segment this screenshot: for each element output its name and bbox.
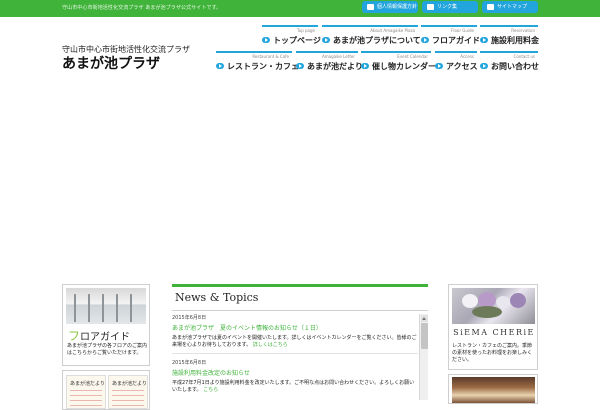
floor-guide-photo xyxy=(66,288,146,324)
nav-contact[interactable]: Contact us お問い合わせ xyxy=(480,51,539,71)
nav-contact-label: お問い合わせ xyxy=(491,62,539,71)
news-link[interactable]: あまが池プラザ 夏のイベント情報のお知らせ（１日） xyxy=(172,323,418,332)
site-tagline: 守山市中心市街地活性化交流プラザ あまが池プラザ公式サイトです。 xyxy=(62,5,222,11)
cafe-banner[interactable]: SiEMA CHERiE レストラン・カフェのご案内。季節の素材を使ったお料理を… xyxy=(448,284,538,370)
scroll-thumb[interactable] xyxy=(421,323,428,349)
letter-banner[interactable]: あまが池だより あまが池だより xyxy=(62,370,150,410)
news-title: News & Topics xyxy=(175,291,259,304)
link-icon xyxy=(427,4,434,10)
floor-guide-banner[interactable]: フロアガイド あまが池プラザの各フロアのご案内はこちらからご覧いただけます。 xyxy=(62,284,150,366)
nav-floor-guide-label: フロアガイド xyxy=(432,36,480,45)
links-label: リンク集 xyxy=(437,4,458,10)
links-button[interactable]: リンク集 xyxy=(422,1,478,13)
nav-letter-en: Amagaike Letter xyxy=(322,54,355,59)
nav-access-label: アクセス xyxy=(446,62,478,71)
nav-restaurant-cafe-label: レストラン・カフェ xyxy=(227,62,299,71)
letter-paper: あまが池だより xyxy=(108,375,148,409)
news-date: 2015年6月8日 xyxy=(172,315,207,321)
nav-about-label: あまが池プラザについて xyxy=(333,36,421,45)
sitemap-icon xyxy=(487,4,494,10)
cafe-photo xyxy=(452,288,535,324)
nav-reservation-en: Reservation xyxy=(511,28,535,33)
nav-top-page-label: トップページ xyxy=(273,36,321,45)
scroll-up-icon[interactable] xyxy=(421,315,428,322)
cafe-description: レストラン・カフェのご案内。季節の素材を使ったお料理をお楽しみください。 xyxy=(452,343,533,363)
privacy-policy-button[interactable]: 個人情報保護方針 xyxy=(362,1,418,13)
nav-top-page[interactable]: Top page トップページ xyxy=(262,25,321,45)
letter-paper: あまが池だより xyxy=(66,375,106,409)
nav-contact-en: Contact us xyxy=(513,54,535,59)
nav-event-calendar-label: 催し物カレンダー xyxy=(372,62,436,71)
lock-icon xyxy=(367,4,374,10)
nav-event-calendar[interactable]: Event Calendar 催し物カレンダー xyxy=(361,51,436,71)
letter-label: あまが池だより xyxy=(70,381,105,387)
nav-floor-guide[interactable]: Floor Guide フロアガイド xyxy=(421,25,480,45)
right-column: SiEMA CHERiE レストラン・カフェのご案内。季節の素材を使ったお料理を… xyxy=(448,284,538,404)
news-topics-panel: News & Topics 2015年6月8日 あまが池プラザ 夏のイベント情報… xyxy=(172,284,428,400)
news-divider xyxy=(172,310,428,311)
news-link[interactable]: 施設利用料金改定のお知らせ xyxy=(172,368,418,377)
nav-reservation[interactable]: Reservation 施設利用料金 xyxy=(480,25,539,45)
news-scrollbar[interactable] xyxy=(419,314,428,400)
news-top-rule xyxy=(172,284,428,287)
nav-about[interactable]: About Amagaike Plaza あまが池プラザについて xyxy=(322,25,421,45)
nav-top-page-en: Top page xyxy=(296,28,315,33)
news-list: 2015年6月8日 あまが池プラザ 夏のイベント情報のお知らせ（１日） あまが池… xyxy=(172,314,418,400)
news-body: 平成27年7月1日より施設利用料金を改定いたします。ご不明な点はお問い合わせくだ… xyxy=(172,380,415,393)
nav-letter-label: あまが池だより xyxy=(307,62,363,71)
news-more-link[interactable]: 詳しくはこちら xyxy=(253,342,288,348)
privacy-policy-label: 個人情報保護方針 xyxy=(377,4,418,10)
nav-event-calendar-en: Event Calendar xyxy=(397,54,428,59)
nav-access[interactable]: Access アクセス xyxy=(435,51,478,71)
news-item: 2015年6月8日 あまが池プラザ 夏のイベント情報のお知らせ（１日） あまが池… xyxy=(172,314,418,359)
nav-access-en: Access xyxy=(460,54,474,59)
sitemap-button[interactable]: サイトマップ xyxy=(482,1,538,13)
sitemap-label: サイトマップ xyxy=(497,4,528,10)
news-separator xyxy=(172,353,418,354)
nav-letter[interactable]: Amagaike Letter あまが池だより xyxy=(296,51,363,71)
news-item: 2015年6月8日 施設利用料金改定のお知らせ 平成27年7月1日より施設利用料… xyxy=(172,359,418,399)
food-photo xyxy=(452,377,535,403)
nav-reservation-label: 施設利用料金 xyxy=(491,36,539,45)
nav-restaurant-cafe[interactable]: Restaurant & Cafe レストラン・カフェ xyxy=(216,51,299,71)
nav-about-en: About Amagaike Plaza xyxy=(370,28,415,33)
floor-guide-description: あまが池プラザの各フロアのご案内はこちらからご覧いただけます。 xyxy=(67,343,148,356)
floor-guide-title: フロアガイド xyxy=(68,329,131,343)
letter-label: あまが池だより xyxy=(112,381,147,387)
site-title[interactable]: あまが池プラザ xyxy=(62,53,160,73)
news-date: 2015年6月8日 xyxy=(172,360,207,366)
news-more-link[interactable]: こちら xyxy=(203,387,218,393)
news-body: あまが池プラザでは夏のイベントを開催いたします。詳しくはイベントカレンダーをご覧… xyxy=(172,335,417,348)
nav-floor-guide-en: Floor Guide xyxy=(451,28,474,33)
cafe-name: SiEMA CHERiE xyxy=(453,328,535,337)
nav-restaurant-cafe-en: Restaurant & Cafe xyxy=(252,54,289,59)
left-column: フロアガイド あまが池プラザの各フロアのご案内はこちらからご覧いただけます。 あ… xyxy=(62,284,150,410)
